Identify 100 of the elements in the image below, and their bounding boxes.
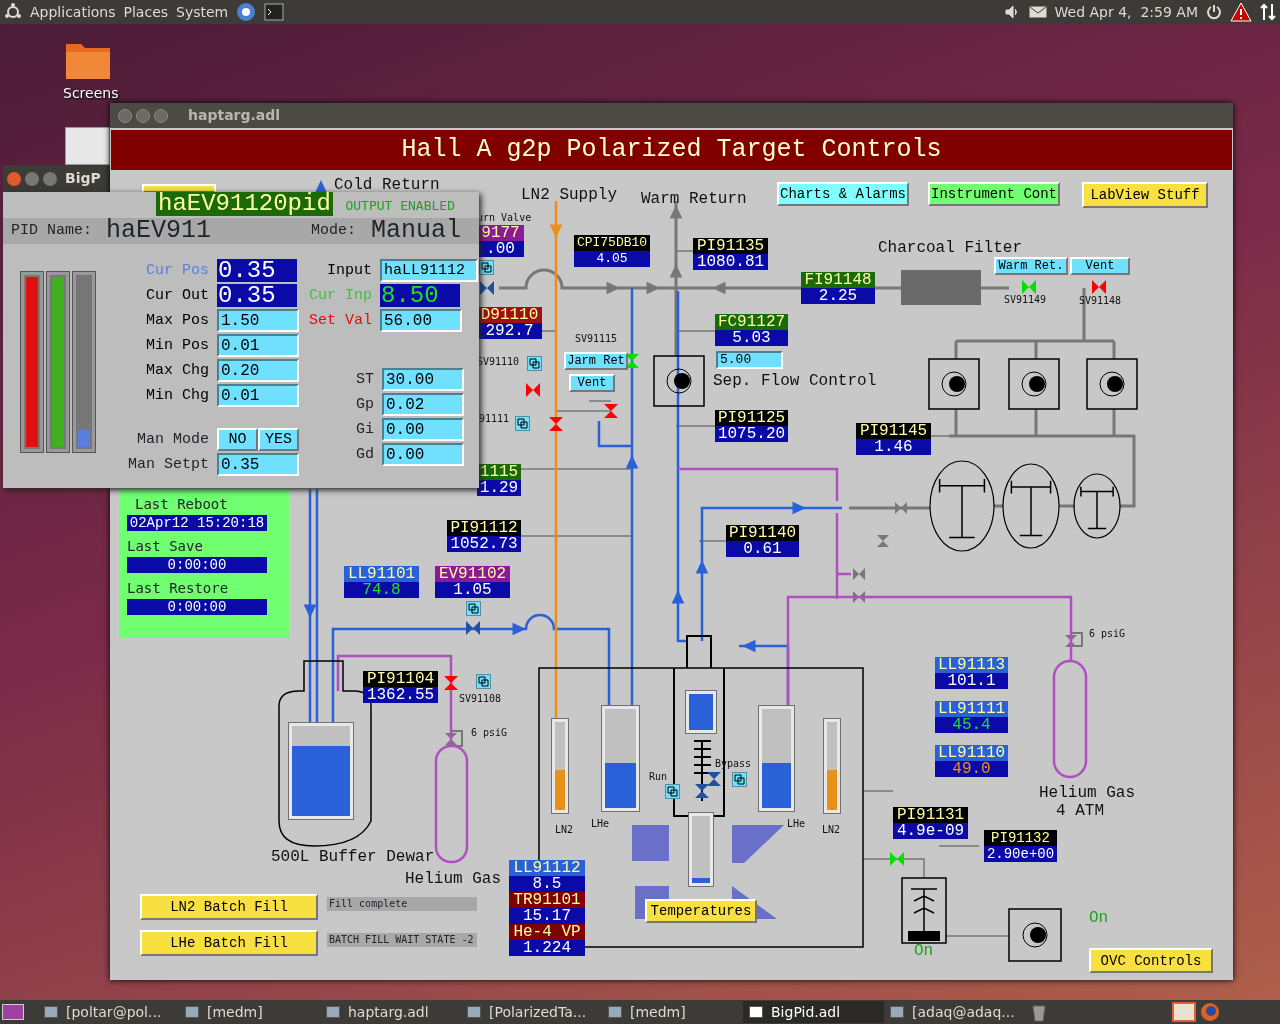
action-button[interactable]: OVC Controls: [1089, 948, 1213, 973]
diagram-label: Sep. Flow Control: [713, 373, 877, 389]
tag-label: PI91112: [447, 520, 521, 536]
readout-value: 292.7: [477, 323, 542, 339]
tag-label: LL91110: [935, 745, 1008, 761]
popup-button[interactable]: [476, 674, 491, 689]
readout-value: 1.29: [477, 480, 521, 496]
input-field[interactable]: 0.01: [217, 334, 299, 357]
popup-button[interactable]: [466, 601, 481, 616]
popup-button[interactable]: [527, 356, 542, 371]
readout-value: 15.17: [509, 908, 585, 924]
readout-value: 2.90e+00: [984, 846, 1057, 862]
leader-line: [862, 790, 894, 792]
taskbar-item[interactable]: BigPid.adl: [743, 1001, 884, 1023]
tag-label: LN2: [555, 825, 574, 835]
setpoint-field[interactable]: 5.00: [716, 351, 783, 369]
envelope-icon: [1028, 6, 1047, 18]
menu-item[interactable]: Places: [123, 1, 169, 23]
tag-label: LHe: [787, 819, 806, 829]
input-field[interactable]: 0.01: [217, 384, 299, 407]
tag-label: D91110: [477, 307, 542, 323]
nav-button[interactable]: Charts & Alarms: [777, 182, 909, 206]
flow-arrow-icon: [695, 560, 709, 574]
option-button[interactable]: YES: [258, 428, 299, 451]
shield-block: [632, 825, 669, 861]
maximize-button[interactable]: [43, 171, 57, 186]
input-field[interactable]: 0.00: [382, 443, 464, 466]
action-button[interactable]: Jarm Ret: [564, 352, 628, 370]
taskbar-item[interactable]: [medm]: [179, 1001, 320, 1023]
action-button[interactable]: LHe Batch Fill: [140, 930, 318, 956]
up-down-arrows-icon: [1260, 3, 1276, 21]
field-label: Man Setpt: [127, 454, 209, 475]
leader-line: [698, 540, 727, 542]
taskbar-item[interactable]: [medm]: [602, 1001, 743, 1023]
tag-label: PI91145: [856, 423, 931, 439]
popup-button[interactable]: [665, 784, 680, 799]
readout-value: 101.1: [935, 673, 1008, 689]
pump-icon: [653, 355, 705, 407]
timestamp-value: 0:00:00: [127, 599, 267, 615]
overlap-squares-icon: [667, 786, 678, 797]
readout-value: 8.5: [509, 876, 585, 892]
turbo-pump-drawing: [901, 877, 947, 944]
tag-label: He-4 VP: [509, 924, 585, 940]
show-desktop-button[interactable]: [2, 1004, 24, 1020]
menu-item[interactable]: Applications: [30, 1, 116, 23]
action-button[interactable]: Warm Ret.: [994, 257, 1068, 275]
nav-button[interactable]: LabView Stuff: [1082, 182, 1208, 208]
input-field[interactable]: 0.20: [217, 359, 299, 382]
leader-line: [862, 858, 925, 879]
mode-value: Manual: [371, 218, 461, 244]
flow-arrow-icon: [742, 639, 756, 653]
input-field[interactable]: 30.00: [382, 368, 464, 391]
input-field[interactable]: 56.00: [380, 309, 462, 332]
input-field[interactable]: 0.00: [382, 418, 464, 441]
flow-arrow-icon: [625, 455, 639, 469]
popup-button[interactable]: [515, 416, 530, 431]
tag-label: SV91115: [575, 334, 618, 344]
desktop-icon-label[interactable]: Screens: [63, 83, 119, 104]
field-label: Gd: [355, 444, 374, 465]
taskbar-item[interactable]: [PolarizedTa...: [461, 1001, 602, 1023]
window-icon: [467, 1006, 481, 1018]
minimize-button[interactable]: [25, 171, 39, 186]
leader-line: [945, 935, 1010, 937]
close-button[interactable]: [7, 171, 21, 186]
valve-icon: [1065, 635, 1077, 647]
action-button[interactable]: Vent: [1070, 257, 1130, 275]
taskbar-item[interactable]: [poltar@pol...: [38, 1001, 179, 1023]
input-field[interactable]: haLL91112: [380, 259, 478, 282]
input-field[interactable]: 0.35: [217, 453, 299, 476]
input-field[interactable]: 0.02: [382, 393, 464, 416]
leader-line: [588, 400, 612, 402]
action-button[interactable]: Vent: [569, 374, 615, 392]
taskbar-item[interactable]: [adaq@adaq...: [884, 1001, 1025, 1023]
field-label: Mode:: [311, 221, 357, 241]
window-title: haptarg.adl: [188, 106, 281, 125]
globe-icon: [1200, 1002, 1220, 1022]
popup-button[interactable]: [732, 772, 747, 787]
browser-icon: [236, 2, 257, 22]
tag-label: SV91148: [1079, 296, 1122, 306]
input-field[interactable]: 1.50: [217, 309, 299, 332]
workspace-switcher-icon[interactable]: [1172, 1002, 1196, 1022]
nav-button[interactable]: Instrument Cont: [928, 182, 1060, 206]
flow-arrow-icon: [792, 501, 806, 515]
flow-arrow-icon: [669, 205, 683, 219]
status-text: On: [1089, 910, 1109, 926]
action-button[interactable]: LN2 Batch Fill: [140, 894, 318, 920]
menu-item[interactable]: System: [176, 1, 229, 23]
field-label: Gp: [355, 394, 374, 415]
panel-label: Last Save: [127, 539, 204, 553]
readout-value: 0.61: [726, 541, 799, 557]
popup-button[interactable]: [479, 260, 494, 275]
readout-value: 74.8: [344, 582, 419, 598]
taskbar-item[interactable]: haptarg.adl: [320, 1001, 461, 1023]
diagram-label: Cold Return: [334, 177, 440, 193]
status-text: On: [914, 943, 934, 959]
field-label: PID Name:: [11, 221, 93, 241]
option-button[interactable]: NO: [217, 428, 258, 451]
field-label: Cur Out: [145, 285, 209, 306]
screenshot-thumbnail-icon[interactable]: [65, 127, 110, 165]
action-button[interactable]: Temperatures: [645, 899, 757, 923]
